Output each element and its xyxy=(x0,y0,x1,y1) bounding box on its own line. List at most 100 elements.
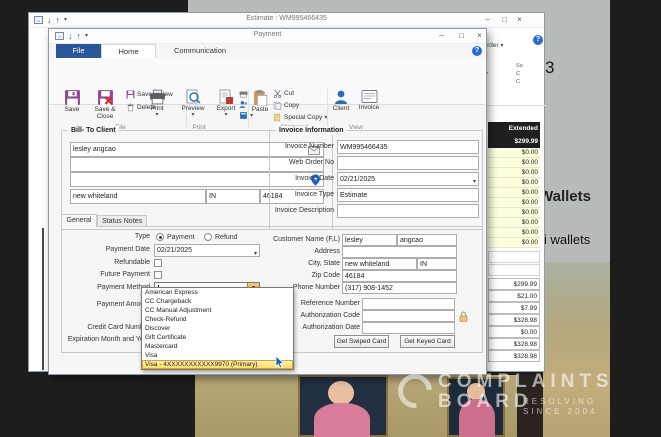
dropdown-item[interactable]: Mastercard xyxy=(142,342,293,351)
mini-users-button[interactable] xyxy=(239,100,248,109)
invoice-type-value: Estimate xyxy=(340,189,367,202)
paste-button[interactable]: Paste xyxy=(250,89,270,113)
grid-row[interactable]: $0.00 xyxy=(488,238,540,248)
tab-home[interactable]: Home xyxy=(101,44,156,58)
customer-last-value: angcao xyxy=(400,235,423,246)
authorization-code-field[interactable] xyxy=(362,310,455,322)
dropdown-item[interactable]: American Express xyxy=(142,288,293,297)
grid-row[interactable]: $0.00 xyxy=(488,218,540,228)
grid-selected-row[interactable]: $299.99 xyxy=(488,135,540,148)
tab-file[interactable]: File xyxy=(56,44,101,58)
help-icon[interactable]: ? xyxy=(472,46,482,56)
maximize-button[interactable]: □ xyxy=(455,30,468,42)
cut-label: Cut xyxy=(284,90,294,97)
close-button[interactable]: × xyxy=(473,30,486,42)
webpage-heading: Wallets xyxy=(543,188,591,205)
ribbon-mini-label-3: C xyxy=(516,79,520,86)
dropdown-item[interactable]: CC Manual Adjustment xyxy=(142,306,293,315)
city-value: new whiteland xyxy=(73,190,117,203)
chevron-down-icon: ▾ xyxy=(500,43,503,49)
invoice-description-field[interactable] xyxy=(337,204,479,218)
total-row: $21.00 xyxy=(488,290,540,302)
radio-payment-label: Payment xyxy=(167,234,195,241)
payment-method-dropdown: American Express CC Chargeback CC Manual… xyxy=(141,287,294,370)
payment-titlebar: ↓ ↑ ▾ Payment – □ × xyxy=(49,29,486,44)
dropdown-item-highlighted[interactable]: Visa - 4XXXXXXXXXXX9970 (Primary) xyxy=(142,360,293,369)
payment-amount-label: Payment Amount xyxy=(62,299,150,311)
payment-date-label: Payment Date xyxy=(62,244,150,256)
tab-communication[interactable]: Communication xyxy=(156,44,244,58)
get-keyed-card-button[interactable]: Get Keyed Card xyxy=(400,335,455,348)
phone-number-field[interactable]: (317) 908-1452 xyxy=(342,282,457,294)
estimate-panel-border xyxy=(42,228,44,370)
minimize-button[interactable]: – xyxy=(481,14,494,26)
portrait-1-dress xyxy=(314,403,370,437)
invoice-type-field[interactable]: Estimate xyxy=(337,188,479,202)
invoice-date-field[interactable]: 02/21/2025 ▾ xyxy=(337,172,479,186)
ribbon-mini-label-2: C xyxy=(516,71,520,78)
future-payment-checkbox[interactable] xyxy=(154,271,162,279)
payment-date-value: 02/21/2025 xyxy=(157,245,192,257)
type-radio-payment[interactable]: Payment xyxy=(156,233,195,241)
state-field[interactable]: IN xyxy=(206,189,260,204)
grid-row[interactable]: $0.00 xyxy=(488,198,540,208)
grid-row[interactable]: $0.00 xyxy=(488,188,540,198)
grid-row[interactable]: $0.00 xyxy=(488,168,540,178)
address-field[interactable] xyxy=(342,246,457,258)
minimize-button[interactable]: – xyxy=(435,30,448,42)
grid-row[interactable]: $0.00 xyxy=(488,228,540,238)
future-payment-label: Future Payment xyxy=(62,269,150,281)
dropdown-item[interactable]: Check-Refund xyxy=(142,315,293,324)
special-copy-button[interactable]: Special Copy ▾ xyxy=(273,113,327,122)
city-field[interactable]: new whiteland xyxy=(70,189,206,204)
customer-city-field[interactable]: new whiteland xyxy=(342,258,417,270)
copy-icon xyxy=(273,101,282,110)
ribbon: Save Save & Close Save & New Delete File… xyxy=(49,58,486,105)
web-order-field[interactable] xyxy=(337,156,479,170)
invoice-number-field[interactable]: WM995466435 xyxy=(337,140,479,154)
grid-empty-row[interactable] xyxy=(488,251,540,263)
save-close-button[interactable]: Save & Close xyxy=(88,89,122,120)
invoice-type-label: Invoice Type xyxy=(270,189,334,201)
type-radio-refund[interactable]: Refund xyxy=(204,233,238,241)
reference-number-field[interactable] xyxy=(362,298,455,310)
print-button[interactable]: Print ▾ xyxy=(144,89,170,118)
mini-printer-button[interactable] xyxy=(239,89,248,98)
chevron-down-icon[interactable]: ▾ xyxy=(473,176,476,186)
customer-zip-field[interactable]: 46184 xyxy=(342,270,457,282)
authorization-date-field[interactable] xyxy=(362,322,455,334)
help-icon[interactable]: ? xyxy=(533,35,543,45)
customer-last-field[interactable]: angcao xyxy=(397,234,457,246)
dropdown-item[interactable]: Gift Certificate xyxy=(142,333,293,342)
save-button[interactable]: Save xyxy=(58,89,86,113)
estimate-titlebar: ↓ ↑ ▾ Estimate : WM995466435 – □ × xyxy=(29,13,544,28)
customer-state-field[interactable]: IN xyxy=(417,258,457,270)
portrait-photo-1 xyxy=(298,375,388,437)
total-grand: $328.98 xyxy=(488,350,540,362)
grid-empty-row[interactable] xyxy=(488,264,540,276)
close-button[interactable]: × xyxy=(513,14,526,26)
grid-row[interactable]: $0.00 xyxy=(488,178,540,188)
payment-date-field[interactable]: 02/21/2025 ▾ xyxy=(154,244,260,257)
cut-button[interactable]: Cut xyxy=(273,89,294,98)
preview-button[interactable]: Preview ▾ xyxy=(178,89,208,118)
copy-button[interactable]: Copy xyxy=(273,101,299,110)
dropdown-item[interactable]: CC Chargeback xyxy=(142,297,293,306)
grid-row[interactable]: $0.00 xyxy=(488,208,540,218)
preview-label: Preview xyxy=(181,105,204,112)
dropdown-item[interactable]: Discover xyxy=(142,324,293,333)
watermark-brand-line1: COMPLAINTS xyxy=(438,372,614,392)
customer-first-field[interactable]: lesley xyxy=(342,234,397,246)
refundable-checkbox[interactable] xyxy=(154,259,162,267)
maximize-button[interactable]: □ xyxy=(498,14,511,26)
invoice-button[interactable]: Invoice xyxy=(355,89,383,111)
export-button[interactable]: Export ▾ xyxy=(212,89,240,118)
get-swiped-card-button[interactable]: Get Swiped Card xyxy=(334,335,389,348)
customer-city-value: new whiteland xyxy=(345,259,389,270)
client-button[interactable]: Client xyxy=(329,89,353,112)
tab-general[interactable]: General xyxy=(61,214,97,227)
dropdown-item[interactable]: Visa xyxy=(142,351,293,360)
grid-row[interactable]: $0.00 xyxy=(488,148,540,158)
grid-row[interactable]: $0.00 xyxy=(488,158,540,168)
save-icon xyxy=(64,89,81,106)
